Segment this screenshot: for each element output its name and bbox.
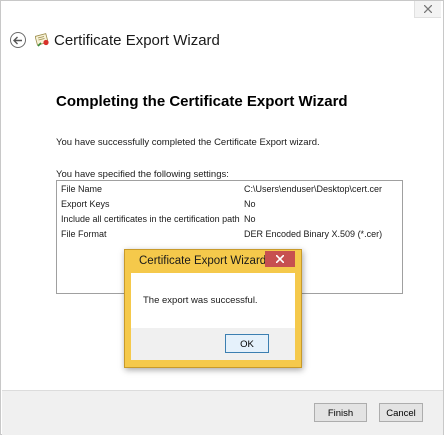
dialog-title: Certificate Export Wizard bbox=[139, 255, 267, 267]
setting-value: C:\Users\enduser\Desktop\cert.cer bbox=[244, 184, 383, 194]
close-icon bbox=[276, 255, 284, 263]
wizard-title: Certificate Export Wizard bbox=[54, 32, 220, 49]
setting-key: Export Keys bbox=[61, 199, 110, 209]
back-arrow-icon bbox=[13, 36, 22, 45]
dialog-body: The export was successful. OK bbox=[131, 273, 295, 360]
page-heading: Completing the Certificate Export Wizard bbox=[56, 93, 348, 110]
dialog-message: The export was successful. bbox=[143, 295, 258, 306]
finish-button[interactable]: Finish bbox=[314, 403, 367, 422]
setting-key: File Format bbox=[61, 229, 107, 239]
setting-value: No bbox=[244, 214, 256, 224]
certificate-icon bbox=[35, 33, 49, 47]
dialog-footer: OK bbox=[131, 328, 295, 360]
window-close-button[interactable] bbox=[414, 1, 441, 18]
dialog-close-button[interactable] bbox=[265, 251, 295, 267]
wizard-window: Certificate Export Wizard Completing the… bbox=[0, 0, 444, 435]
setting-value: DER Encoded Binary X.509 (*.cer) bbox=[244, 229, 383, 239]
export-success-dialog: Certificate Export Wizard The export was… bbox=[124, 249, 302, 368]
ok-button[interactable]: OK bbox=[225, 334, 269, 353]
setting-key: File Name bbox=[61, 184, 103, 194]
setting-key: Include all certificates in the certific… bbox=[61, 214, 240, 224]
back-button[interactable] bbox=[10, 32, 26, 48]
wizard-footer bbox=[2, 390, 443, 435]
success-text: You have successfully completed the Cert… bbox=[56, 137, 320, 148]
settings-intro: You have specified the following setting… bbox=[56, 169, 229, 180]
setting-value: No bbox=[244, 199, 256, 209]
close-icon bbox=[424, 5, 432, 13]
cancel-button[interactable]: Cancel bbox=[379, 403, 423, 422]
